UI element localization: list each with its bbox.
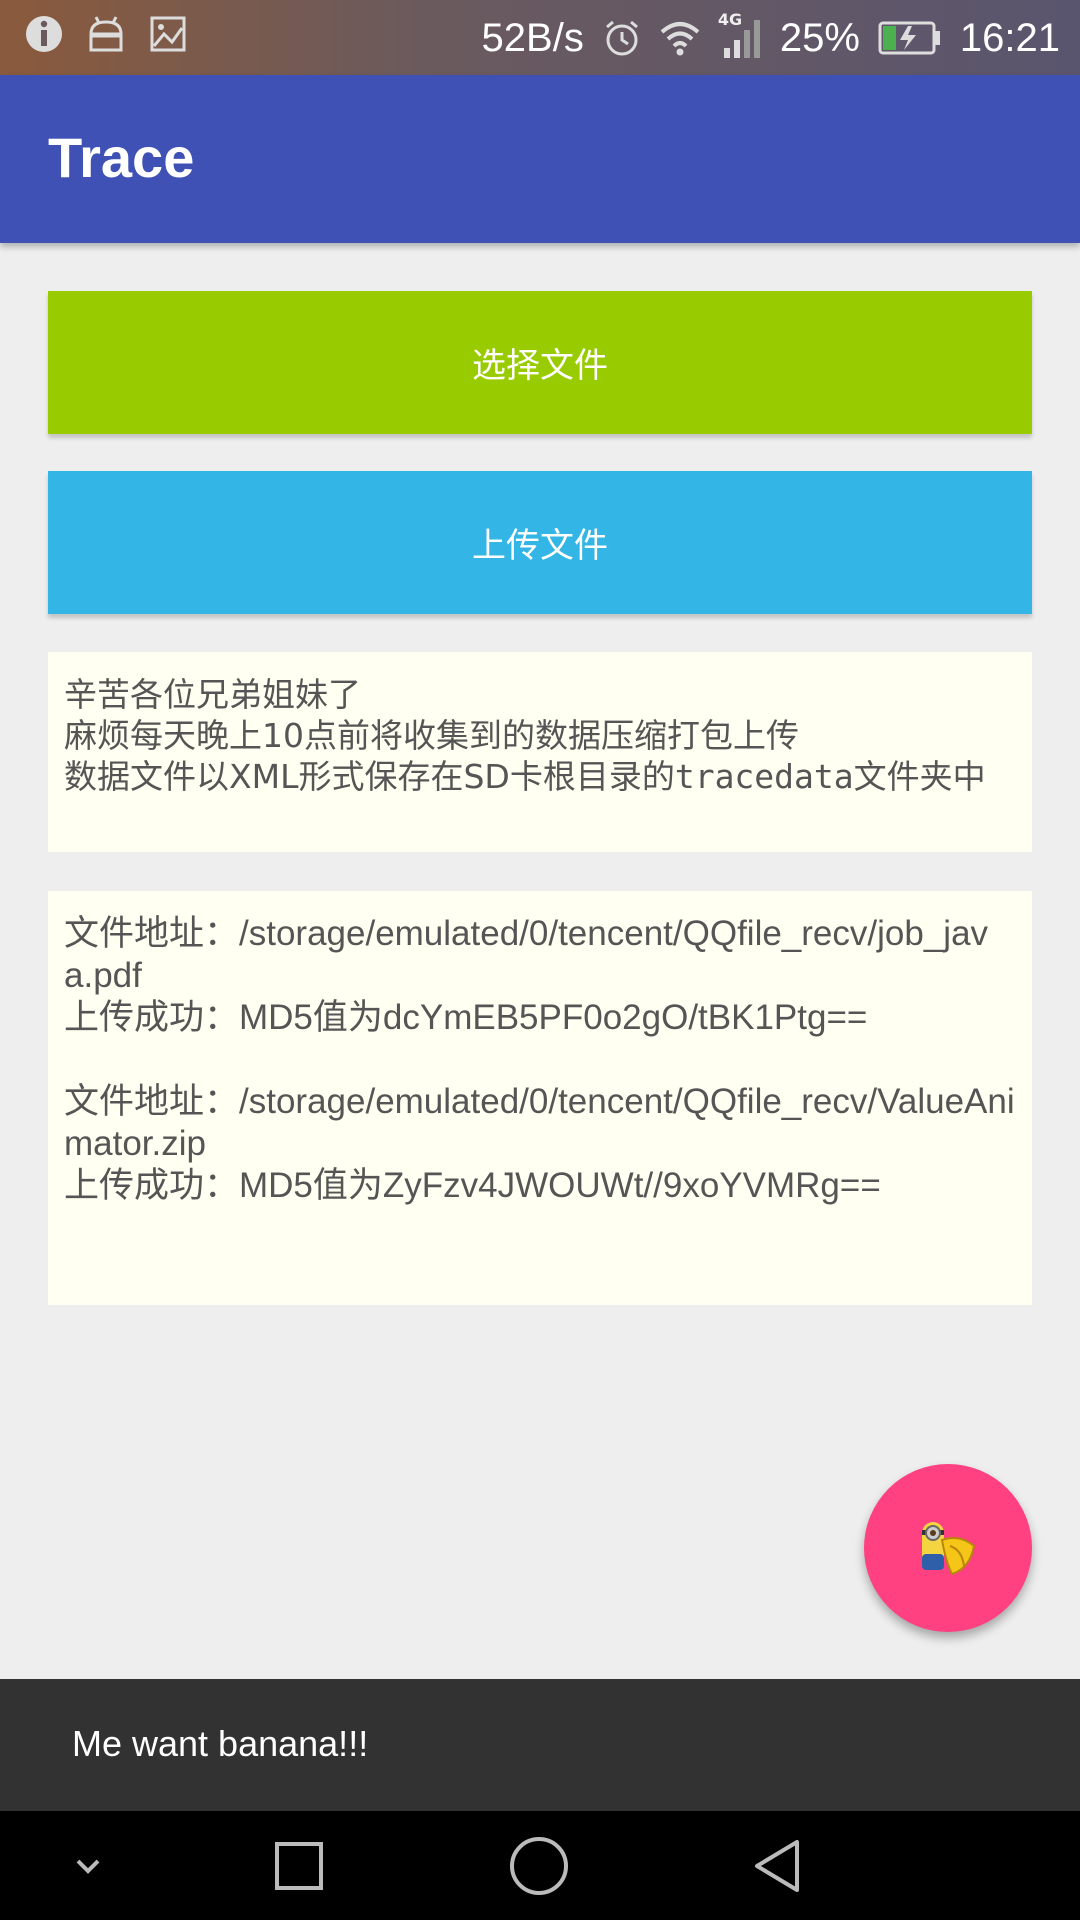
folder-name: tracedata xyxy=(674,757,854,796)
network-type-label: 4G xyxy=(717,10,743,29)
signal-icon: 4G xyxy=(718,10,762,60)
notice-line: 麻烦每天晚上10点前将收集到的数据压缩打包上传 xyxy=(64,716,799,755)
status-bar-right: 52B/s 4G 25% 16:21 xyxy=(481,10,1060,62)
nav-recents-button[interactable] xyxy=(259,1831,339,1901)
clock: 16:21 xyxy=(959,16,1060,60)
image-icon xyxy=(150,16,186,52)
battery-percent: 25% xyxy=(779,16,860,60)
upload-log: 文件地址：/storage/emulated/0/tencent/QQfile_… xyxy=(48,891,1032,1305)
log-upload-result: 上传成功：MD5值为ZyFzv4JWOUWt//9xoYVMRg== xyxy=(64,1166,881,1205)
notice-card: 辛苦各位兄弟姐妹了 麻烦每天晚上10点前将收集到的数据压缩打包上传 数据文件以XML… xyxy=(48,652,1032,852)
notice-text: 数据文件以XML形式保存在SD卡根目录的 xyxy=(64,757,675,796)
wifi-icon xyxy=(660,22,700,56)
net-speed: 52B/s xyxy=(481,16,584,60)
nav-back-button[interactable] xyxy=(739,1831,819,1901)
snackbar-message: Me want banana!!! xyxy=(72,1723,369,1764)
status-bar-left xyxy=(24,14,188,54)
notice-line: 辛苦各位兄弟姐妹了 xyxy=(64,675,361,714)
chevron-down-icon xyxy=(76,1859,100,1874)
notice-line: 数据文件以XML形式保存在SD卡根目录的tracedata文件夹中 xyxy=(64,756,1016,797)
navigation-bar xyxy=(0,1811,1080,1920)
minion-banana-icon xyxy=(922,1522,976,1576)
select-file-button[interactable]: 选择文件 xyxy=(48,291,1032,434)
app-title: Trace xyxy=(48,126,195,189)
nav-home-button[interactable] xyxy=(499,1831,579,1901)
info-icon xyxy=(26,16,62,52)
log-file-path: 文件地址：/storage/emulated/0/tencent/QQfile_… xyxy=(64,914,989,995)
upload-file-button[interactable]: 上传文件 xyxy=(48,471,1032,614)
app-bar: Trace xyxy=(0,75,1080,243)
fab-button[interactable] xyxy=(864,1464,1032,1632)
log-entry: 文件地址：/storage/emulated/0/tencent/QQfile_… xyxy=(64,913,1016,1039)
recents-icon xyxy=(275,1842,323,1890)
log-file-path: 文件地址：/storage/emulated/0/tencent/QQfile_… xyxy=(64,1082,1015,1163)
log-entry: 文件地址：/storage/emulated/0/tencent/QQfile_… xyxy=(64,1081,1016,1207)
android-icon xyxy=(89,16,123,52)
log-upload-result: 上传成功：MD5值为dcYmEB5PF0o2gO/tBK1Ptg== xyxy=(64,998,868,1037)
battery-charging-icon xyxy=(878,21,940,55)
home-icon xyxy=(510,1837,568,1895)
nav-collapse-button[interactable] xyxy=(48,1831,128,1901)
status-bar: 52B/s 4G 25% 16:21 xyxy=(0,0,1080,75)
snackbar: Me want banana!!! xyxy=(0,1679,1080,1811)
notice-text: 文件夹中 xyxy=(853,757,986,796)
back-icon xyxy=(755,1840,799,1892)
alarm-icon xyxy=(605,20,638,56)
